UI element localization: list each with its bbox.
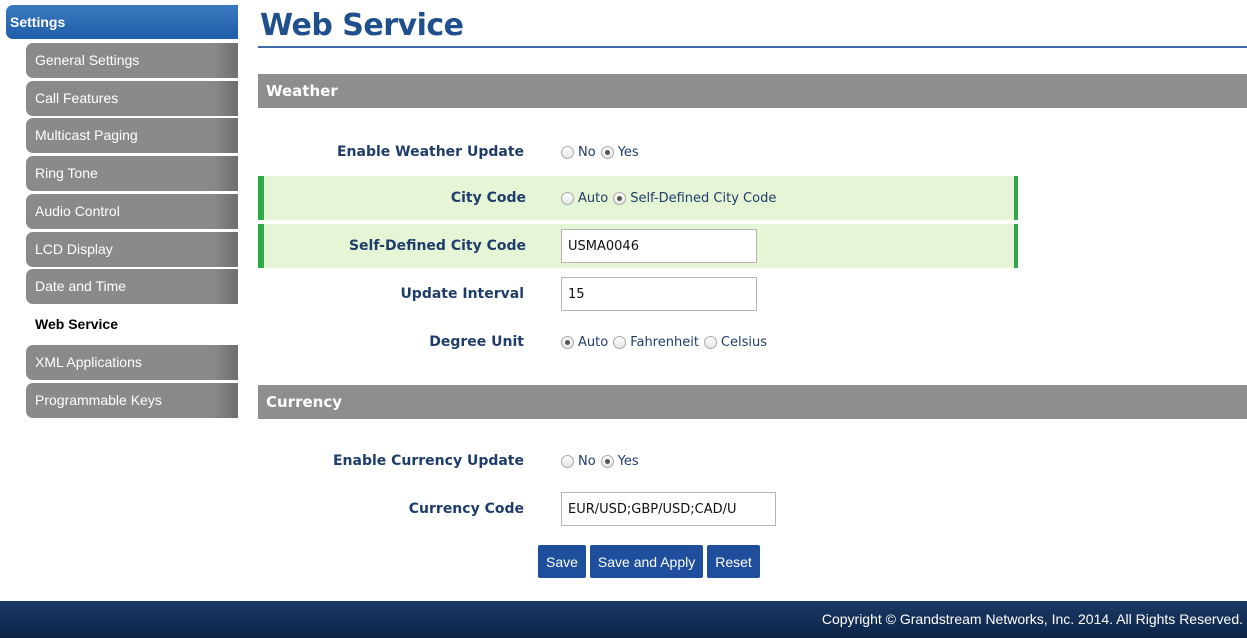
degree-fahrenheit-label: Fahrenheit [630,334,699,350]
city-code-label: City Code [450,190,526,206]
sidebar-item-ring-tone[interactable]: Ring Tone [26,156,238,191]
sidebar-item-audio-control[interactable]: Audio Control [26,194,238,229]
currency-enable-no-radio[interactable] [561,454,574,468]
degree-celsius-label: Celsius [720,334,768,350]
update-interval-row: Update Interval [258,272,1018,316]
city-code-auto-label: Auto [578,190,609,206]
page-title: Web Service [260,8,464,43]
weather-enable-row: Enable Weather Update No Yes [258,130,1018,174]
degree-auto-label: Auto [578,334,609,350]
weather-enable-radio-group: No Yes [561,130,644,174]
currency-section-header: Currency [258,385,1247,419]
sidebar-item-programmable-keys[interactable]: Programmable Keys [26,383,238,418]
save-and-apply-button[interactable]: Save and Apply [589,545,704,578]
city-code-self-defined-radio[interactable] [613,191,627,205]
sidebar-header: Settings [6,5,238,39]
weather-section-header: Weather [258,74,1247,108]
city-code-auto-radio[interactable] [561,191,574,205]
currency-code-input[interactable] [561,492,776,526]
weather-enable-yes-label: Yes [617,144,639,160]
currency-enable-radio-group: No Yes [561,439,644,483]
self-defined-city-row: Self-Defined City Code [258,224,1018,268]
weather-enable-yes-radio[interactable] [600,145,614,159]
self-defined-city-control [561,224,757,268]
sidebar-item-call-features[interactable]: Call Features [26,81,238,116]
degree-unit-row: Degree Unit Auto Fahrenheit Celsius [258,320,1018,364]
update-interval-label: Update Interval [400,286,524,302]
currency-code-label: Currency Code [408,501,524,517]
weather-enable-no-radio[interactable] [561,145,574,159]
form-actions: Save Save and Apply Reset [538,545,760,578]
currency-enable-no-label: No [578,453,596,469]
currency-enable-yes-radio[interactable] [600,454,614,468]
city-code-self-defined-label: Self-Defined City Code [630,190,777,206]
degree-fahrenheit-radio[interactable] [613,335,627,349]
degree-unit-label: Degree Unit [429,334,524,350]
weather-enable-label: Enable Weather Update [336,144,524,160]
update-interval-input[interactable] [561,277,757,311]
sidebar-item-multicast-paging[interactable]: Multicast Paging [26,118,238,153]
weather-enable-no-label: No [578,144,596,160]
currency-code-row: Currency Code [258,487,1018,531]
degree-unit-radio-group: Auto Fahrenheit Celsius [561,320,772,364]
sidebar-item-lcd-display[interactable]: LCD Display [26,232,238,267]
degree-auto-radio[interactable] [561,335,574,349]
sidebar-item-web-service[interactable]: Web Service [26,307,238,342]
self-defined-city-input[interactable] [561,229,757,263]
currency-enable-row: Enable Currency Update No Yes [258,439,1018,483]
self-defined-city-label: Self-Defined City Code [348,238,526,254]
reset-button[interactable]: Reset [707,545,760,578]
sidebar-item-xml-applications[interactable]: XML Applications [26,345,238,380]
currency-code-control [561,487,776,531]
sidebar-item-general-settings[interactable]: General Settings [26,43,238,78]
footer-copyright: Copyright © Grandstream Networks, Inc. 2… [0,601,1247,638]
degree-celsius-radio[interactable] [703,335,717,349]
title-divider [258,46,1247,48]
update-interval-control [561,272,757,316]
save-button[interactable]: Save [538,545,586,578]
city-code-row: City Code Auto Self-Defined City Code [258,176,1018,220]
sidebar-item-date-and-time[interactable]: Date and Time [26,269,238,304]
currency-enable-label: Enable Currency Update [332,453,524,469]
city-code-radio-group: Auto Self-Defined City Code [561,176,781,220]
currency-enable-yes-label: Yes [617,453,639,469]
